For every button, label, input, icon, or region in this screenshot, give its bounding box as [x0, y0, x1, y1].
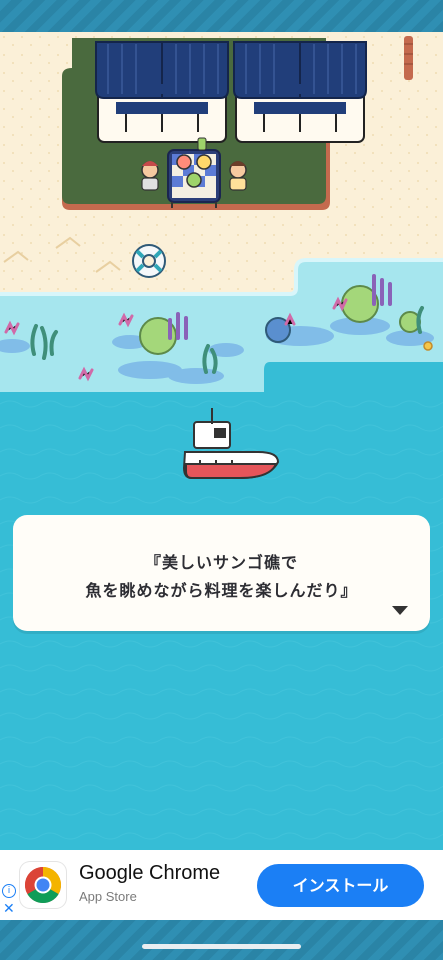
beach-house-1	[95, 41, 229, 143]
ad-app-name[interactable]: Google Chrome	[79, 862, 220, 885]
top-status-bar	[0, 0, 443, 32]
game-map	[0, 32, 443, 850]
game-scene[interactable]	[0, 32, 443, 850]
chrome-logo-icon	[20, 862, 66, 908]
beach-house-2	[233, 41, 367, 143]
ad-banner[interactable]: i ✕ Google Chrome App Store インストール	[0, 850, 443, 920]
install-button[interactable]: インストール	[257, 864, 424, 907]
ad-store-name: App Store	[79, 889, 137, 904]
swim-ring	[132, 244, 166, 278]
ad-close-icon[interactable]: ✕	[3, 901, 15, 917]
dialog-line-1: 『美しいサンゴ礁で	[144, 553, 298, 572]
ad-info-icon[interactable]: i	[2, 884, 16, 898]
home-indicator[interactable]	[142, 944, 301, 949]
dialog-box[interactable]: 『美しいサンゴ礁で 魚を眺めながら料理を楽しんだり』	[13, 515, 430, 631]
dialog-line-2: 魚を眺めながら料理を楽しんだり』	[85, 581, 358, 600]
next-arrow-icon[interactable]	[392, 606, 408, 615]
bottom-bar	[0, 920, 443, 960]
